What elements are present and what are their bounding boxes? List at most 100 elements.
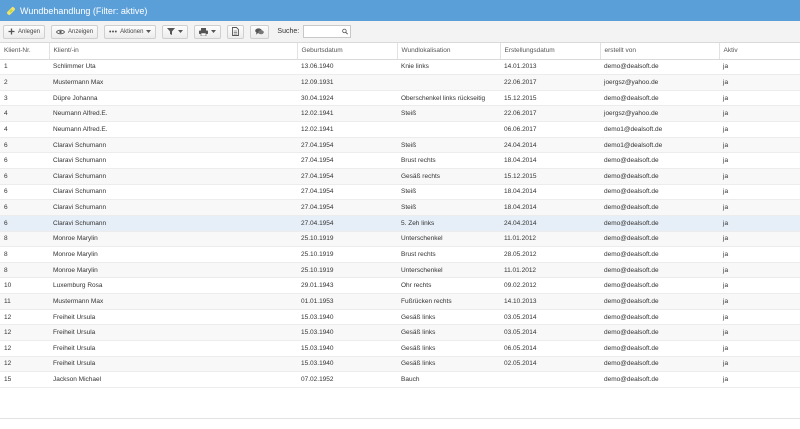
cell-active: ja — [719, 215, 800, 232]
cell-created-by: demo@dealsoft.de — [600, 59, 719, 76]
create-button[interactable]: Anlegen — [3, 24, 46, 39]
cell-birth-date: 25.10.1919 — [297, 262, 397, 279]
table-row[interactable]: 6 Claravi Schumann 27.04.1954 Steiß 18.04.20… — [0, 184, 800, 201]
cell-birth-date: 27.04.1954 — [297, 199, 397, 216]
table-row[interactable]: 8 Monroe Marylin 25.10.1919 Unterschenkel 11… — [0, 262, 800, 279]
bandage-icon — [7, 6, 15, 15]
column-header-client-name[interactable]: Klient/-in — [49, 43, 298, 60]
table-row[interactable]: 6 Claravi Schumann 27.04.1954 Gesäß rechts 1… — [0, 168, 800, 185]
table-row[interactable]: 6 Claravi Schumann 27.04.1954 Steiß 18.04.20… — [0, 199, 800, 216]
actions-dropdown[interactable]: Aktionen — [104, 24, 157, 39]
cell-client-number: 6 — [0, 152, 49, 169]
column-header-creation-date[interactable]: Erstellungsdatum — [500, 43, 601, 60]
table-row[interactable]: 3 Düpre Johanna 30.04.1924 Oberschenkel lin… — [0, 90, 800, 107]
export-button[interactable] — [227, 24, 245, 39]
cell-creation-date: 18.04.2014 — [500, 184, 600, 201]
cell-creation-date: 14.01.2013 — [500, 59, 600, 76]
cell-created-by: demo@dealsoft.de — [600, 184, 719, 201]
cell-creation-date: 15.12.2015 — [500, 90, 600, 107]
cell-created-by: demo@dealsoft.de — [600, 262, 719, 279]
cell-active: ja — [719, 277, 800, 295]
cell-wound-location: Steiß — [397, 199, 500, 216]
cell-client-number: 8 — [0, 246, 49, 263]
cell-client-number: 3 — [0, 90, 49, 107]
table-row[interactable]: 15 Jackson Michael 07.02.1952 Bauch demo@dea… — [0, 371, 800, 388]
table-row[interactable]: 10 Luxemburg Rosa 29.01.1943 Ohr rechts 09.0… — [0, 277, 800, 295]
actions-dropdown-label: Aktionen — [120, 28, 144, 35]
results-table: Klient-Nr. Klient/-in Geburtsdatum Wundl… — [0, 43, 800, 388]
cell-birth-date: 12.02.1941 — [297, 105, 397, 123]
column-header-wound-location[interactable]: Wundlokalisation — [397, 43, 501, 60]
cell-wound-location: Brust rechts — [397, 152, 500, 169]
filter-dropdown[interactable] — [162, 24, 189, 39]
table-row[interactable]: 11 Mustermann Max 01.01.1953 Fußrücken rech… — [0, 293, 800, 310]
table-row[interactable]: 2 Mustermann Max 12.09.1931 22.06.2017 joerg… — [0, 74, 800, 91]
print-dropdown[interactable] — [194, 24, 222, 39]
table-row[interactable]: 12 Freiheit Ursula 15.03.1940 Gesäß links 03… — [0, 324, 800, 342]
cell-active: ja — [719, 74, 800, 91]
cell-client-name: Monroe Marylin — [49, 262, 297, 279]
table-row[interactable]: 8 Monroe Marylin 25.10.1919 Brust rechts 28.… — [0, 246, 800, 263]
column-header-client-number[interactable]: Klient-Nr. — [0, 43, 50, 60]
cell-client-number: 8 — [0, 262, 49, 279]
cell-client-number: 12 — [0, 340, 49, 357]
cell-birth-date: 01.01.1953 — [297, 293, 397, 310]
cell-active: ja — [719, 90, 800, 107]
column-header-birth-date[interactable]: Geburtsdatum — [297, 43, 398, 60]
cell-created-by: demo@dealsoft.de — [600, 90, 719, 107]
cell-creation-date: 11.01.2012 — [500, 262, 600, 279]
cell-client-name: Claravi Schumann — [49, 152, 297, 169]
cell-created-by: demo@dealsoft.de — [600, 340, 719, 357]
table-row[interactable]: 1 Schlimmer Uta 13.06.1940 Knie links 14.01.… — [0, 59, 800, 76]
print-icon — [199, 27, 209, 36]
cell-active: ja — [719, 59, 800, 76]
cell-client-name: Freiheit Ursula — [49, 356, 297, 373]
comments-button[interactable] — [250, 24, 270, 39]
cell-active: ja — [719, 184, 800, 201]
cell-active: ja — [719, 105, 800, 123]
table-row[interactable]: 8 Monroe Marylin 25.10.1919 Unterschenkel 11… — [0, 231, 800, 248]
cell-created-by: demo@dealsoft.de — [600, 246, 719, 263]
table-row[interactable]: 6 Claravi Schumann 27.04.1954 5. Zeh links 2… — [0, 215, 800, 232]
cell-active: ja — [719, 137, 800, 154]
plus-icon — [8, 28, 15, 35]
cell-creation-date: 22.06.2017 — [500, 74, 600, 91]
column-header-active[interactable]: Aktiv — [719, 43, 800, 60]
table-body: 1 Schlimmer Uta 13.06.1940 Knie links 14.01.… — [0, 59, 800, 388]
search-input[interactable] — [304, 26, 343, 37]
column-header-created-by[interactable]: erstellt von — [600, 43, 720, 60]
cell-creation-date: 06.05.2014 — [500, 340, 600, 357]
caret-down-icon — [211, 30, 217, 33]
cell-client-name: Neumann Alfred.E. — [49, 121, 297, 138]
cell-client-name: Schlimmer Uta — [49, 59, 297, 76]
table-row[interactable]: 12 Freiheit Ursula 15.03.1940 Gesäß links 02… — [0, 356, 800, 373]
cell-creation-date: 03.05.2014 — [500, 324, 600, 342]
table-row[interactable]: 6 Claravi Schumann 27.04.1954 Brust rechts 1… — [0, 152, 800, 169]
search-icon[interactable] — [342, 28, 349, 35]
cell-client-name: Monroe Marylin — [49, 246, 297, 263]
cell-client-number: 2 — [0, 74, 49, 91]
table-row[interactable]: 4 Neumann Alfred.E. 12.02.1941 Steiß 22.06.2… — [0, 105, 800, 123]
show-button[interactable]: Anzeigen — [51, 24, 99, 39]
cell-creation-date: 14.10.2013 — [500, 293, 600, 310]
cell-creation-date: 11.01.2012 — [500, 231, 600, 248]
cell-wound-location: 5. Zeh links — [397, 215, 500, 232]
cell-client-number: 4 — [0, 105, 49, 123]
cell-wound-location: Knie links — [397, 59, 500, 76]
cell-client-number: 6 — [0, 215, 49, 232]
table-row[interactable]: 12 Freiheit Ursula 15.03.1940 Gesäß links 06… — [0, 340, 800, 357]
table-row[interactable]: 12 Freiheit Ursula 15.03.1940 Gesäß links 03… — [0, 309, 800, 326]
table-footer-divider — [0, 418, 800, 419]
cell-birth-date: 27.04.1954 — [297, 137, 397, 154]
cell-creation-date: 28.05.2012 — [500, 246, 600, 263]
cell-client-number: 11 — [0, 293, 49, 310]
table-row[interactable]: 4 Neumann Alfred.E. 12.02.1941 06.06.2017 de… — [0, 121, 800, 138]
table-row[interactable]: 6 Claravi Schumann 27.04.1954 Steiß 24.04.20… — [0, 137, 800, 154]
cell-created-by: joergsz@yahoo.de — [600, 74, 719, 91]
cell-created-by: demo1@dealsoft.de — [600, 137, 719, 154]
window-title: Wundbehandlung (Filter: aktive) — [20, 5, 148, 16]
table-header-row: Klient-Nr. Klient/-in Geburtsdatum Wundl… — [0, 43, 800, 60]
cell-wound-location: Bauch — [397, 371, 500, 388]
cell-client-name: Neumann Alfred.E. — [49, 105, 297, 123]
cell-birth-date: 15.03.1940 — [297, 356, 397, 373]
